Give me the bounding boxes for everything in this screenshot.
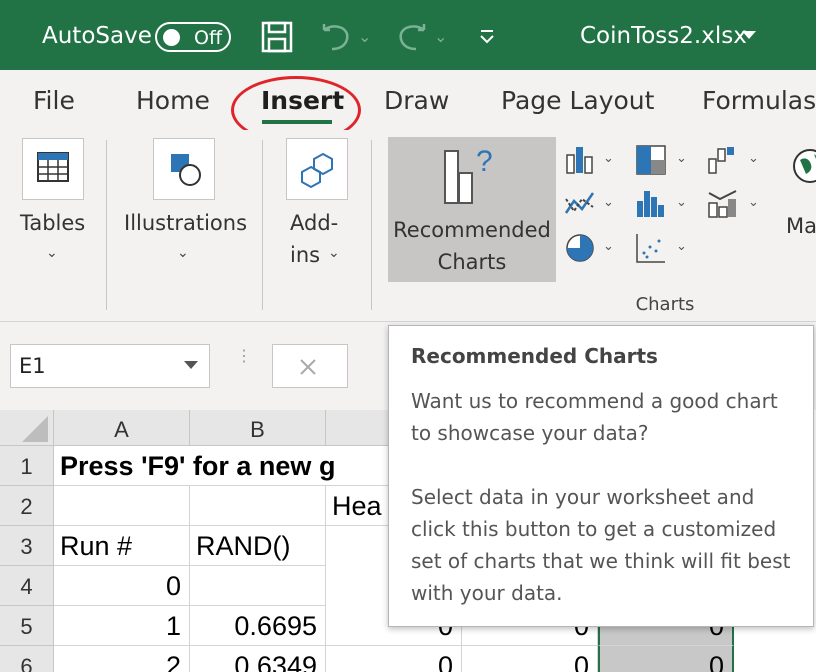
- cancel-icon[interactable]: [297, 356, 319, 378]
- row-header-6[interactable]: 6: [0, 646, 54, 672]
- addins-label-line2[interactable]: ins: [290, 243, 320, 267]
- tab-formulas[interactable]: Formulas: [702, 86, 816, 115]
- cell-a1[interactable]: Press 'F9' for a new g: [54, 446, 394, 486]
- formula-bar-grip-icon[interactable]: ⋮: [236, 349, 252, 365]
- name-box[interactable]: E1: [10, 344, 210, 388]
- toggle-state: Off: [194, 27, 223, 49]
- hierarchy-chart-chevron-icon[interactable]: ⌄: [676, 150, 687, 166]
- addins-button[interactable]: [286, 138, 348, 200]
- select-all-corner[interactable]: [0, 410, 54, 446]
- row-header-1[interactable]: 1: [0, 446, 54, 486]
- table-icon: [37, 152, 69, 182]
- autosave-label: AutoSave: [42, 23, 152, 49]
- line-chart-icon[interactable]: [563, 187, 597, 221]
- cell-b4[interactable]: [190, 566, 326, 606]
- svg-text:?: ?: [476, 145, 493, 178]
- formula-actions: [272, 344, 348, 388]
- title-bar: AutoSave Off ⌄ ⌄ CoinToss2.xlsx: [0, 0, 816, 70]
- scatter-chart-chevron-icon[interactable]: ⌄: [676, 238, 687, 254]
- toggle-knob: [163, 29, 180, 46]
- waterfall-chart-icon[interactable]: [706, 143, 740, 177]
- name-box-dropdown-icon[interactable]: [184, 361, 198, 369]
- recommended-charts-label-line1: Recommended: [393, 218, 551, 242]
- row-header-5[interactable]: 5: [0, 606, 54, 646]
- customize-toolbar-icon[interactable]: [478, 28, 496, 46]
- cell-b3[interactable]: RAND(): [190, 526, 326, 566]
- column-header-a[interactable]: A: [54, 410, 190, 446]
- redo-chevron-icon[interactable]: ⌄: [434, 27, 447, 47]
- filename-dropdown-icon[interactable]: [742, 31, 756, 39]
- column-header-b[interactable]: B: [190, 410, 326, 446]
- scatter-chart-icon[interactable]: [634, 231, 668, 265]
- illustrations-chevron-icon[interactable]: ⌄: [177, 244, 189, 261]
- addins-label-line1[interactable]: Add-: [290, 211, 338, 235]
- tooltip-title: Recommended Charts: [411, 344, 658, 368]
- maps-icon[interactable]: [790, 146, 816, 194]
- cell-a5[interactable]: 1: [54, 606, 190, 646]
- tables-chevron-icon[interactable]: ⌄: [46, 244, 58, 261]
- cell-a6[interactable]: 2: [54, 646, 190, 672]
- row-header-3[interactable]: 3: [0, 526, 54, 566]
- illustrations-label[interactable]: Illustrations: [124, 211, 247, 235]
- column-chart-icon[interactable]: [563, 143, 597, 177]
- recommended-charts-icon: ?: [444, 145, 493, 204]
- hierarchy-chart-icon[interactable]: [634, 143, 668, 177]
- line-chart-chevron-icon[interactable]: ⌄: [603, 194, 614, 210]
- tables-button[interactable]: [22, 138, 84, 200]
- cell-c6[interactable]: 0: [326, 646, 462, 672]
- ribbon-tabs: File Home Insert Draw Page Layout Formul…: [0, 70, 816, 130]
- redo-icon[interactable]: [394, 22, 430, 52]
- group-separator: [262, 140, 263, 310]
- recommended-charts-tooltip: Recommended Charts Want us to recommend …: [388, 325, 814, 627]
- select-all-icon: [22, 416, 48, 442]
- cell-c2[interactable]: Hea: [326, 486, 388, 526]
- cell-b5[interactable]: 0.6695: [190, 606, 326, 646]
- group-separator: [371, 140, 372, 310]
- combo-chart-chevron-icon[interactable]: ⌄: [748, 194, 759, 210]
- cell-b6[interactable]: 0.6349: [190, 646, 326, 672]
- recommended-charts-label: Recommended Charts: [388, 214, 556, 278]
- tables-label[interactable]: Tables: [20, 211, 85, 235]
- cell-a3[interactable]: Run #: [54, 526, 190, 566]
- waterfall-chart-chevron-icon[interactable]: ⌄: [748, 150, 759, 166]
- tooltip-paragraph-1: Want us to recommend a good chart to sho…: [411, 389, 778, 445]
- save-icon[interactable]: [260, 20, 294, 54]
- cell-a4[interactable]: 0: [54, 566, 190, 606]
- addins-chevron-icon[interactable]: ⌄: [328, 244, 340, 261]
- cell-e6[interactable]: 0: [598, 646, 734, 672]
- statistic-chart-icon[interactable]: [634, 187, 668, 221]
- recommended-charts-label-line2: Charts: [437, 250, 507, 274]
- tab-file[interactable]: File: [33, 86, 75, 115]
- shapes-icon: [171, 154, 201, 186]
- cell-d6[interactable]: 0: [462, 646, 598, 672]
- combo-chart-icon[interactable]: [706, 187, 740, 221]
- tab-home[interactable]: Home: [136, 86, 210, 115]
- pie-chart-chevron-icon[interactable]: ⌄: [603, 238, 614, 254]
- tooltip-paragraph-2: Select data in your worksheet and click …: [411, 485, 791, 605]
- undo-chevron-icon[interactable]: ⌄: [358, 27, 371, 47]
- addins-icon: [301, 152, 333, 189]
- illustrations-button[interactable]: [153, 138, 215, 200]
- tab-page-layout[interactable]: Page Layout: [501, 86, 654, 115]
- row-header-2[interactable]: 2: [0, 486, 54, 526]
- pie-chart-icon[interactable]: [563, 231, 597, 265]
- autosave-toggle[interactable]: Off: [155, 22, 231, 52]
- maps-label[interactable]: Ma: [786, 214, 816, 238]
- statistic-chart-chevron-icon[interactable]: ⌄: [676, 194, 687, 210]
- column-chart-chevron-icon[interactable]: ⌄: [603, 150, 614, 166]
- group-separator: [106, 140, 107, 310]
- file-name[interactable]: CoinToss2.xlsx: [580, 23, 747, 49]
- undo-icon[interactable]: [318, 22, 354, 52]
- tab-draw[interactable]: Draw: [384, 86, 449, 115]
- charts-group-label: Charts: [635, 294, 695, 315]
- row-header-4[interactable]: 4: [0, 566, 54, 606]
- cell-a2[interactable]: [54, 486, 190, 526]
- cell-b2[interactable]: [190, 486, 326, 526]
